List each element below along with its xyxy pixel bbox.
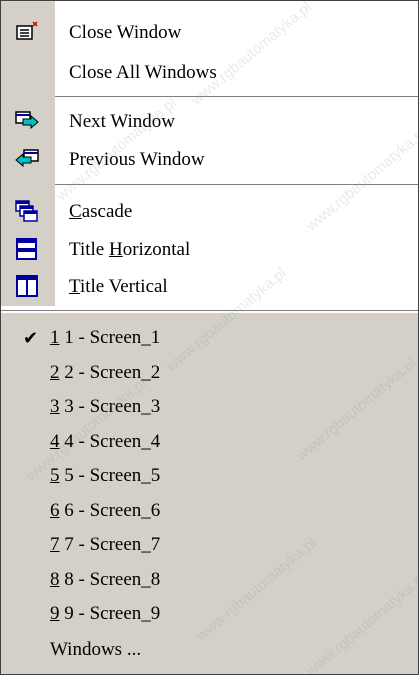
title-horizontal-item[interactable]: Title Horizontal <box>1 232 418 266</box>
previous-window-icon <box>15 149 39 168</box>
window-title: 6 - Screen_6 <box>64 499 161 521</box>
cascade-item[interactable]: Cascade <box>1 194 418 228</box>
window-menu: Close Window Close All Windows Next Wind… <box>0 0 419 680</box>
windows-more-item[interactable]: Windows ... <box>1 636 418 665</box>
title-vertical-label: Title Vertical <box>69 276 168 297</box>
window-title: 8 - Screen_8 <box>64 568 161 590</box>
accelerator-key: 8 <box>50 568 60 590</box>
checkmark-icon: ✔ <box>23 328 39 348</box>
cascade-label: Cascade <box>69 201 133 222</box>
window-list-label: 7 7 - Screen_7 <box>50 534 160 556</box>
accelerator-key: 2 <box>50 361 60 383</box>
accelerator-key: 4 <box>50 430 60 452</box>
window-list-label: 8 8 - Screen_8 <box>50 569 160 591</box>
window-list-item[interactable]: 5 5 - Screen_5 <box>1 462 418 491</box>
cascade-icon <box>15 200 38 222</box>
window-title: 3 - Screen_3 <box>64 396 161 417</box>
window-list-item[interactable]: 8 8 - Screen_8 <box>1 566 418 595</box>
window-list-label: 4 4 - Screen_4 <box>50 431 160 453</box>
tile-vertical-icon <box>16 275 38 297</box>
title-vertical-item[interactable]: Title Vertical <box>1 269 418 303</box>
previous-window-label: Previous Window <box>69 149 205 170</box>
window-title: 7 - Screen_7 <box>64 534 161 555</box>
window-list-label: 6 6 - Screen_6 <box>50 500 160 522</box>
window-list-item[interactable]: 7 7 - Screen_7 <box>1 531 418 560</box>
window-list-item[interactable]: 3 3 - Screen_3 <box>1 393 418 422</box>
accelerator-key: 9 <box>50 603 60 624</box>
accelerator-key: 7 <box>50 534 60 555</box>
close-window-item[interactable]: Close Window <box>1 15 418 49</box>
window-title: 2 - Screen_2 <box>64 361 161 383</box>
separator-2 <box>55 184 418 186</box>
window-list-label: 9 9 - Screen_9 <box>50 603 160 625</box>
close-all-windows-item[interactable]: Close All Windows <box>1 55 418 89</box>
window-title: 5 - Screen_5 <box>64 465 161 486</box>
window-list-item[interactable]: ✔ 1 1 - Screen_1 <box>1 324 418 353</box>
close-all-windows-label: Close All Windows <box>69 62 217 83</box>
window-list-label: 5 5 - Screen_5 <box>50 465 160 487</box>
accelerator-key: 6 <box>50 499 60 521</box>
next-window-label: Next Window <box>69 111 176 132</box>
accelerator-key: 5 <box>50 465 60 486</box>
next-window-item[interactable]: Next Window <box>1 104 418 138</box>
window-title: 4 - Screen_4 <box>64 430 161 452</box>
window-list-label: 1 1 - Screen_1 <box>50 327 160 349</box>
title-horizontal-label: Title Horizontal <box>69 239 191 260</box>
previous-window-item[interactable]: Previous Window <box>1 142 418 176</box>
open-windows-list: ✔ 1 1 - Screen_1 2 2 - Screen_2 3 3 - Scree… <box>1 313 418 674</box>
close-window-label: Close Window <box>69 22 182 43</box>
tile-horizontal-icon <box>16 238 37 260</box>
separator-3 <box>1 310 418 312</box>
window-list-item[interactable]: 4 4 - Screen_4 <box>1 428 418 457</box>
menu-commands-section: Close Window Close All Windows Next Wind… <box>1 1 418 306</box>
separator-1 <box>55 96 418 98</box>
accelerator-key: 3 <box>50 396 60 417</box>
windows-more-label: Windows ... <box>50 639 142 660</box>
close-window-icon <box>16 21 38 40</box>
accelerator-key: 1 <box>50 327 60 348</box>
window-list-label: 3 3 - Screen_3 <box>50 396 160 418</box>
next-window-icon <box>15 111 39 130</box>
window-title: 9 - Screen_9 <box>64 603 161 624</box>
window-title: 1 - Screen_1 <box>64 327 161 348</box>
window-list-item[interactable]: 2 2 - Screen_2 <box>1 359 418 388</box>
window-list-label: 2 2 - Screen_2 <box>50 362 160 384</box>
window-list-item[interactable]: 6 6 - Screen_6 <box>1 497 418 526</box>
window-list-item[interactable]: 9 9 - Screen_9 <box>1 600 418 629</box>
